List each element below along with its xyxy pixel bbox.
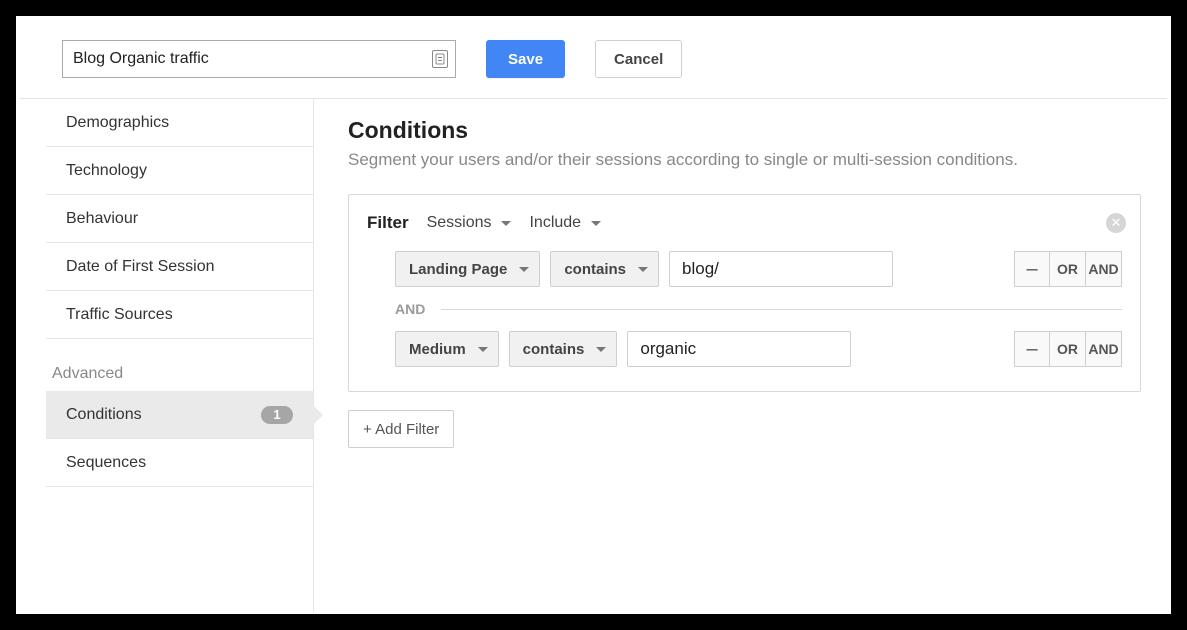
chevron-down-icon <box>519 267 529 272</box>
sidebar-item-technology[interactable]: Technology <box>46 147 313 195</box>
segment-name-input[interactable] <box>62 40 456 78</box>
operator-value: contains <box>523 341 585 358</box>
filter-mode-value: Include <box>529 214 581 232</box>
dimension-select[interactable]: Medium <box>395 331 499 367</box>
row-actions: – OR AND <box>1014 251 1122 287</box>
sidebar-item-date-first-session[interactable]: Date of First Session <box>46 243 313 291</box>
filter-header: Filter Sessions Include <box>367 213 1122 233</box>
remove-condition-button[interactable]: – <box>1014 251 1050 287</box>
main-panel: Conditions Segment your users and/or the… <box>314 99 1171 613</box>
cancel-button[interactable]: Cancel <box>595 40 682 78</box>
filter-scope-value: Sessions <box>427 214 492 232</box>
sidebar-item-sequences[interactable]: Sequences <box>46 439 313 487</box>
operator-select[interactable]: contains <box>509 331 618 367</box>
filter-card: ✕ Filter Sessions Include Landing Pa <box>348 194 1141 392</box>
filter-label: Filter <box>367 213 409 233</box>
condition-row: Medium contains – OR AND <box>367 331 1122 367</box>
sidebar-item-label: Conditions <box>66 406 142 424</box>
sidebar-item-demographics[interactable]: Demographics <box>46 99 313 147</box>
operator-select[interactable]: contains <box>550 251 659 287</box>
filter-mode-select[interactable]: Include <box>529 214 601 232</box>
save-button[interactable]: Save <box>486 40 565 78</box>
topbar: Save Cancel <box>20 16 1167 99</box>
close-icon: ✕ <box>1111 215 1122 231</box>
row-actions: – OR AND <box>1014 331 1122 367</box>
remove-filter-button[interactable]: ✕ <box>1106 213 1126 233</box>
condition-row: Landing Page contains – OR AND <box>367 251 1122 287</box>
sidebar-advanced-heading: Advanced <box>16 339 313 391</box>
panel-title: Conditions <box>348 117 1141 144</box>
chevron-down-icon <box>501 221 511 226</box>
remove-condition-button[interactable]: – <box>1014 331 1050 367</box>
panel-subtitle: Segment your users and/or their sessions… <box>348 150 1141 170</box>
dimension-select[interactable]: Landing Page <box>395 251 540 287</box>
sidebar-item-traffic-sources[interactable]: Traffic Sources <box>46 291 313 339</box>
chevron-down-icon <box>478 347 488 352</box>
and-label: AND <box>395 301 425 317</box>
condition-value-input[interactable] <box>669 251 893 287</box>
operator-value: contains <box>564 261 626 278</box>
sidebar-basic-list: Demographics Technology Behaviour Date o… <box>16 99 313 339</box>
sidebar-item-behaviour[interactable]: Behaviour <box>46 195 313 243</box>
app-frame: Save Cancel Demographics Technology Beha… <box>16 16 1171 614</box>
and-divider: AND <box>367 287 1122 331</box>
chevron-down-icon <box>591 221 601 226</box>
chevron-down-icon <box>638 267 648 272</box>
sidebar-advanced-list: Conditions 1 Sequences <box>16 391 313 487</box>
sidebar: Demographics Technology Behaviour Date o… <box>16 99 314 613</box>
chevron-down-icon <box>596 347 606 352</box>
or-button[interactable]: OR <box>1050 251 1086 287</box>
or-button[interactable]: OR <box>1050 331 1086 367</box>
divider-line <box>441 309 1122 310</box>
sidebar-badge: 1 <box>261 406 293 424</box>
add-filter-button[interactable]: + Add Filter <box>348 410 454 448</box>
content: Demographics Technology Behaviour Date o… <box>16 99 1171 613</box>
and-button[interactable]: AND <box>1086 331 1122 367</box>
sidebar-item-conditions[interactable]: Conditions 1 <box>46 391 313 439</box>
dimension-value: Medium <box>409 341 466 358</box>
and-button[interactable]: AND <box>1086 251 1122 287</box>
filter-scope-select[interactable]: Sessions <box>427 214 512 232</box>
segment-name-wrap <box>62 40 456 78</box>
dimension-value: Landing Page <box>409 261 507 278</box>
condition-value-input[interactable] <box>627 331 851 367</box>
